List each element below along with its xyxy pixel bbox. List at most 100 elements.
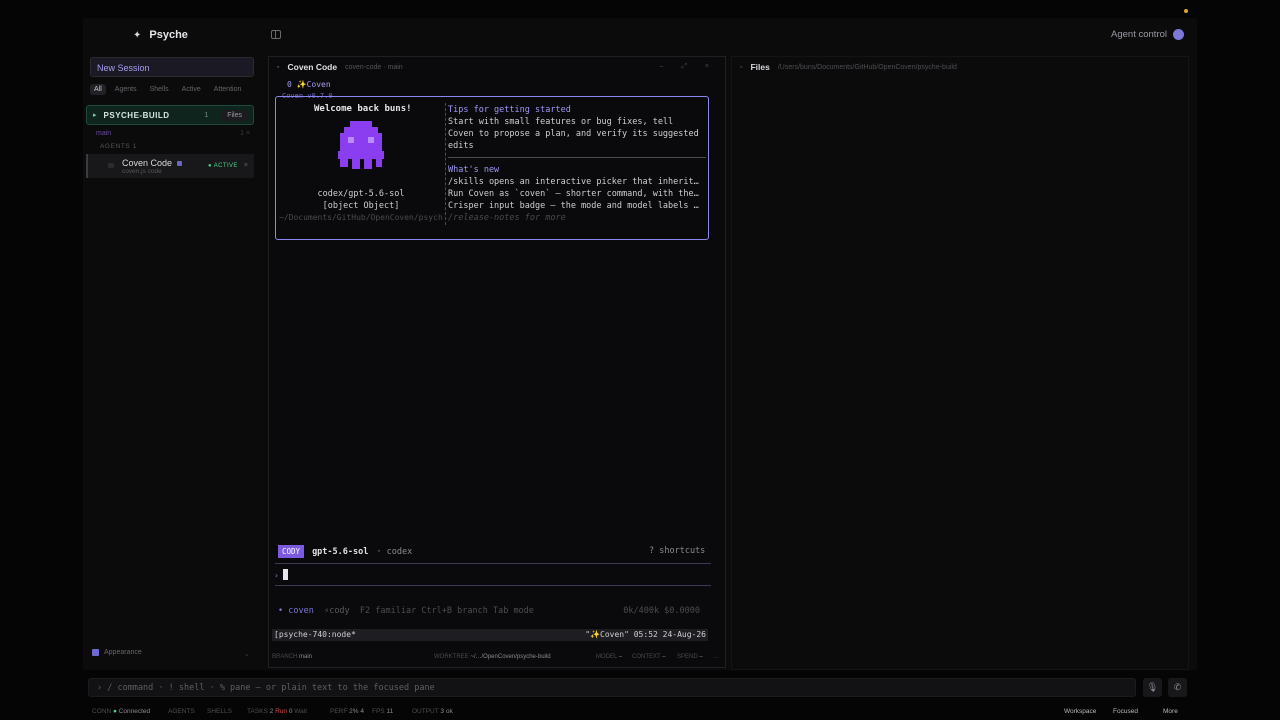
files-pane[interactable]: ▪ Files /Users/buns/Documents/GitHub/Ope… — [731, 56, 1189, 670]
branch-name: main — [96, 130, 112, 137]
perf-value: 2% 4 — [349, 708, 364, 715]
filter-tab-active[interactable]: Active — [178, 84, 205, 95]
pane-subtitle: coven-code · main — [345, 63, 403, 71]
whats-new-heading: What's new — [448, 165, 500, 175]
app-brand[interactable]: ✦ Psyche — [133, 29, 188, 41]
input-border-bottom — [275, 585, 711, 586]
branch-status: BRANCH main — [272, 654, 312, 660]
fps-label: FPS — [372, 708, 385, 715]
agent-session-title-row: Coven Code — [122, 158, 183, 168]
agent-control-toggle[interactable]: Agent control — [1111, 29, 1184, 40]
files-title: Files — [750, 62, 770, 72]
agents-footer[interactable]: AGENTS — [168, 708, 195, 715]
new-session-button[interactable]: New Session — [90, 57, 254, 77]
branch-row[interactable]: main 1 × — [96, 130, 250, 137]
news-line: Run Coven as `coven` — shorter command, … — [448, 189, 699, 199]
working-directory: ~/Documents/GitHub/OpenCoven/psyche-buil… — [279, 213, 443, 222]
appearance-button[interactable]: Appearance — [92, 649, 142, 656]
tmux-status-bar: [psyche-740:node* "✨Coven" 05:52 24-Aug-… — [272, 629, 708, 641]
prompt-info-bar: CODY gpt-5.6-sol · codex — [278, 545, 412, 558]
fps-footer: FPS 11 — [372, 708, 393, 715]
project-group-header[interactable]: ▸ PSYCHE-BUILD 1 Files — [86, 105, 254, 125]
project-name: PSYCHE-BUILD — [103, 110, 170, 120]
tip-line: Start with small features or bug fixes, … — [448, 117, 674, 127]
chevron-down-icon[interactable]: ⌄ — [244, 650, 250, 658]
shells-footer[interactable]: SHELLS — [207, 708, 232, 715]
terminal-input[interactable] — [283, 569, 288, 580]
mode-keybinds: F2 familiar Ctrl+B branch Tab mode — [359, 606, 534, 616]
conn-label: CONN — [92, 708, 112, 715]
pane-window-controls[interactable]: – ⤢ × — [660, 63, 717, 71]
agent-control-label: Agent control — [1111, 29, 1167, 40]
model-name: codex/gpt-5.6-sol — [317, 189, 405, 199]
workspace-button[interactable]: Workspace — [1064, 708, 1096, 715]
spend-status-value: – — [699, 654, 703, 660]
news-line: /skills opens an interactive picker that… — [448, 177, 699, 187]
files-header: ▪ Files /Users/buns/Documents/GitHub/Ope… — [740, 62, 957, 72]
close-icon[interactable]: × — [244, 162, 248, 169]
more-status[interactable]: … — [713, 654, 719, 660]
app-name: Psyche — [149, 29, 188, 41]
output-value: 3 ok — [440, 708, 453, 715]
focused-button[interactable]: Focused — [1113, 708, 1138, 715]
connection-status: CONN ● Connected — [92, 708, 150, 715]
tasks-value: 2 — [269, 708, 274, 715]
folder-icon: ▪ — [740, 63, 743, 71]
run-label: Run — [275, 708, 288, 715]
sidebar-toggle-icon[interactable] — [271, 30, 281, 39]
input-border-top — [275, 563, 711, 564]
filter-tab-all[interactable]: All — [90, 84, 106, 95]
welcome-divider — [445, 103, 446, 225]
tasks-label: TASKS — [247, 708, 268, 715]
model-status-value: – — [618, 654, 623, 660]
perf-footer: PERF 2% 4 — [330, 708, 364, 715]
terminal-icon — [108, 163, 114, 168]
tip-line: Coven to propose a plan, and verify its … — [448, 129, 699, 139]
branch-status-value: main — [299, 654, 313, 660]
fps-value: 11 — [386, 708, 394, 715]
output-label: OUTPUT — [412, 708, 439, 715]
prompt-provider: · codex — [376, 546, 413, 557]
news-line: Crisper input badge — the mode and model… — [448, 201, 699, 211]
tip-line: edits — [448, 141, 474, 151]
agent-color-swatch — [177, 160, 183, 166]
tips-panel: Tips for getting started Start with smal… — [448, 104, 706, 224]
release-notes-hint: /release-notes for more — [448, 213, 566, 223]
wait-label: Wait — [294, 708, 308, 715]
terminal-tab[interactable]: 0 ✨Coven — [287, 80, 331, 89]
filter-tab-attention[interactable]: Attention — [210, 84, 246, 95]
tasks-footer: TASKS 2 Run 0 Wait — [247, 708, 307, 715]
welcome-message: Welcome back buns! — [314, 104, 412, 114]
agent-control-indicator[interactable] — [1173, 29, 1184, 40]
shortcuts-hint[interactable]: ? shortcuts — [649, 546, 705, 556]
coven-mascot-icon — [338, 121, 384, 169]
appearance-label: Appearance — [104, 649, 142, 656]
project-files-button[interactable]: Files — [222, 109, 247, 121]
agent-session-item[interactable]: Coven Code coven.js code ● ACTIVE × — [86, 154, 254, 178]
command-input[interactable]: › / command · ! shell · % pane — or plai… — [88, 678, 1136, 697]
mode-badge: CODY — [278, 545, 305, 558]
prompt-model: gpt-5.6-sol — [312, 546, 369, 557]
psyche-logo-icon: ✦ — [133, 29, 142, 41]
session-filter-tabs: All Agents Shells Active Attention — [90, 84, 245, 95]
tmux-clock: "✨Coven" 05:52 24-Aug-26 — [585, 630, 706, 639]
spend-status-label: SPEND — [677, 654, 698, 660]
filter-tab-agents[interactable]: Agents — [111, 84, 141, 95]
perf-label: PERF — [330, 708, 348, 715]
microphone-icon[interactable]: 🎙︎ — [1143, 678, 1162, 697]
more-button[interactable]: More — [1163, 708, 1178, 715]
prompt-caret-icon: › — [274, 571, 279, 580]
filter-tab-shells[interactable]: Shells — [146, 84, 173, 95]
phone-icon[interactable]: ✆ — [1168, 678, 1187, 697]
run-value: 0 — [288, 708, 293, 715]
worktree-status-value: ~/…/OpenCoven/psyche-build — [470, 654, 551, 660]
worktree-status: WORKTREE ~/…/OpenCoven/psyche-build — [434, 654, 551, 660]
tips-divider — [448, 157, 706, 158]
model-status-item: MODEL – — [596, 654, 622, 660]
project-session-count: 1 — [204, 111, 209, 119]
pane-icon: ▪ — [277, 63, 280, 71]
pane-title: Coven Code — [287, 62, 338, 72]
model-status-label: MODEL — [596, 654, 618, 660]
connected-dot-icon: ● — [112, 708, 117, 715]
status-badge: ● ACTIVE — [208, 163, 238, 169]
